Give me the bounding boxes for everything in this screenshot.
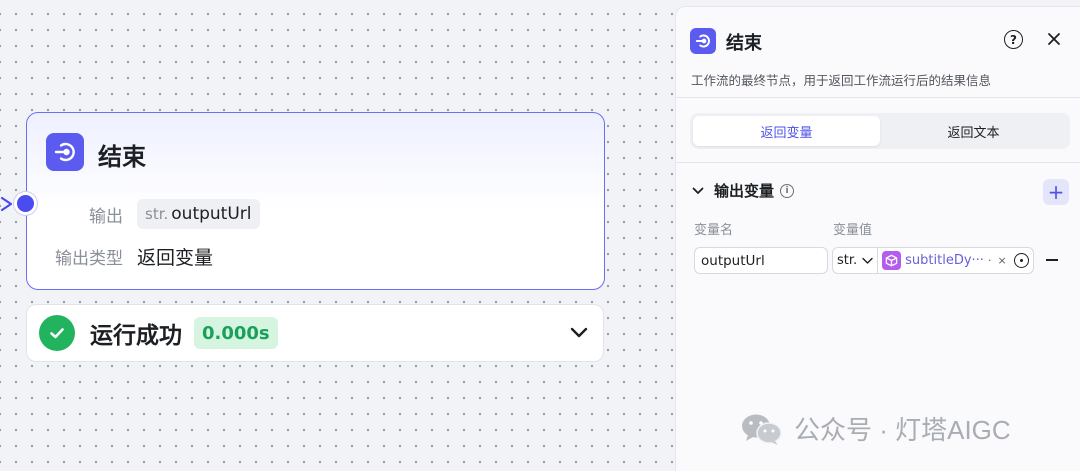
- tab-return-text[interactable]: 返回文本: [880, 116, 1067, 146]
- chevron-down-icon[interactable]: [569, 325, 589, 341]
- output-variables-header[interactable]: 输出变量 i: [692, 180, 795, 201]
- edge-arrow-icon: [0, 196, 13, 212]
- add-variable-button[interactable]: +: [1043, 179, 1069, 205]
- return-mode-tabs: 返回变量 返回文本: [690, 113, 1070, 149]
- variable-type: str.: [837, 253, 858, 268]
- variable-type-select[interactable]: str.: [833, 248, 879, 273]
- variable-name-input[interactable]: [694, 247, 828, 274]
- panel-title: 结束: [726, 33, 762, 54]
- output-type-label: 输出类型: [55, 249, 123, 269]
- wechat-icon: [742, 414, 782, 445]
- section-title: 输出变量: [714, 182, 775, 200]
- output-type: str.: [145, 205, 169, 223]
- info-icon[interactable]: i: [780, 183, 795, 198]
- end-node-icon: [46, 133, 84, 171]
- run-status-bar[interactable]: 运行成功 0.000s: [26, 304, 604, 362]
- cube-icon: [882, 251, 902, 270]
- help-icon[interactable]: ?: [1004, 30, 1023, 49]
- status-text: 运行成功: [90, 323, 182, 349]
- divider: [676, 97, 1080, 98]
- watermark: 公众号 · 灯塔AIGC: [740, 410, 1011, 447]
- end-node-card[interactable]: 结束 输出 str. outputUrl 输出类型 返回变量: [26, 112, 605, 290]
- chevron-down-icon: [862, 257, 873, 264]
- col-header-value: 变量值: [833, 223, 873, 238]
- output-label: 输出: [89, 206, 123, 227]
- watermark-text: 公众号 · 灯塔AIGC: [794, 415, 1011, 445]
- tab-return-variable[interactable]: 返回变量: [693, 116, 880, 146]
- col-header-name: 变量名: [694, 223, 734, 238]
- input-port-handle[interactable]: [14, 192, 37, 215]
- run-time-badge: 0.000s: [194, 317, 278, 349]
- reference-separator: ·: [987, 254, 992, 267]
- output-var-name: outputUrl: [171, 204, 252, 224]
- clear-reference-icon[interactable]: ×: [997, 254, 1006, 267]
- node-output-row: 输出 str. outputUrl: [27, 199, 260, 229]
- check-circle-icon: [39, 315, 75, 351]
- variable-value-field[interactable]: str. subtitleDy··· · ×: [832, 247, 1034, 274]
- output-var-chip: str. outputUrl: [137, 199, 260, 229]
- output-type-value: 返回变量: [137, 247, 214, 269]
- target-icon[interactable]: [1014, 253, 1029, 268]
- node-output-type-row: 输出类型 返回变量: [27, 243, 213, 270]
- node-config-panel: 结束 ? 工作流的最终节点，用于返回工作流运行后的结果信息 返回变量 返回文本 …: [675, 6, 1080, 471]
- end-node-icon: [690, 28, 716, 54]
- chevron-down-icon[interactable]: [692, 186, 704, 196]
- close-icon[interactable]: [1046, 31, 1062, 47]
- variable-reference-tag[interactable]: subtitleDy··· · ×: [882, 251, 1007, 270]
- variable-reference-text: subtitleDy···: [905, 253, 984, 268]
- remove-variable-button[interactable]: [1046, 259, 1058, 261]
- node-title: 结束: [98, 143, 146, 171]
- divider: [676, 162, 1080, 163]
- panel-description: 工作流的最终节点，用于返回工作流运行后的结果信息: [691, 73, 992, 88]
